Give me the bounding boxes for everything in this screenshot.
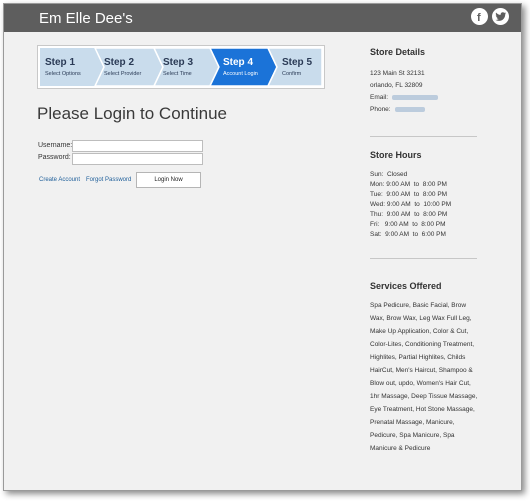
step-4-sub: Account Login	[223, 71, 258, 77]
services-list: Spa Pedicure, Basic Facial, Brow Wax, Br…	[370, 302, 478, 452]
username-input[interactable]	[72, 140, 203, 152]
divider	[370, 258, 477, 259]
services-heading: Services Offered	[370, 281, 442, 291]
password-label: Password:	[38, 154, 71, 161]
redacted-email	[392, 94, 439, 100]
password-input[interactable]	[72, 153, 203, 165]
login-heading: Please Login to Continue	[37, 104, 227, 123]
step-2-label[interactable]: Step 2	[104, 57, 134, 68]
hours-row: Sat: 9:00 AM to 6:00 PM	[370, 231, 446, 238]
step-2-sub: Select Provider	[104, 71, 142, 77]
store-hours: Store Hours Sun: Closed Mon: 9:00 AM to …	[370, 150, 451, 240]
hours-row: Mon: 9:00 AM to 8:00 PM	[370, 181, 447, 188]
store-city: orlando, FL 32809	[370, 82, 423, 89]
create-account-link[interactable]: Create Account	[39, 177, 80, 183]
step-4-label[interactable]: Step 4	[223, 57, 253, 68]
hours-row: Wed: 9:00 AM to 10:00 PM	[370, 201, 452, 208]
store-details: Store Details 123 Main St 32131 orlando,…	[370, 47, 439, 116]
divider	[370, 136, 477, 137]
step-1-label[interactable]: Step 1	[45, 57, 75, 68]
hours-row: Thu: 9:00 AM to 8:00 PM	[370, 211, 448, 218]
step-5-label[interactable]: Step 5	[282, 57, 312, 68]
twitter-icon[interactable]	[492, 8, 509, 25]
app-window: Em Elle Dee's f Step 1 Select Options St…	[3, 3, 522, 491]
site-header: Em Elle Dee's f	[4, 4, 521, 32]
redacted-phone	[394, 106, 425, 112]
phone-label: Phone:	[370, 106, 391, 113]
store-hours-heading: Store Hours	[370, 150, 422, 160]
store-email: Email:	[370, 92, 439, 104]
forgot-password-link[interactable]: Forgot Password	[86, 177, 131, 183]
step-3-label[interactable]: Step 3	[163, 57, 193, 68]
hours-row: Fri: 9:00 AM to 8:00 PM	[370, 221, 446, 228]
site-title: Em Elle Dee's	[39, 10, 133, 27]
hours-row: Tue: 9:00 AM to 8:00 PM	[370, 191, 448, 198]
store-street: 123 Main St 32131	[370, 70, 425, 77]
store-phone: Phone:	[370, 104, 438, 116]
social-links: f	[471, 8, 509, 25]
step-1-sub: Select Options	[45, 71, 81, 77]
username-label: Username:	[38, 142, 73, 149]
login-button[interactable]: Login Now	[136, 172, 201, 188]
facebook-icon[interactable]: f	[471, 8, 488, 25]
step-3-sub: Select Time	[163, 71, 192, 77]
hours-row: Sun: Closed	[370, 171, 408, 178]
step-5-sub: Confirm	[282, 71, 302, 77]
services-heading-wrap: Services Offered	[370, 281, 442, 291]
booking-steps: Step 1 Select Options Step 2 Select Prov…	[37, 45, 325, 89]
email-label: Email:	[370, 94, 389, 101]
svg-text:f: f	[477, 12, 481, 22]
store-details-heading: Store Details	[370, 47, 426, 57]
